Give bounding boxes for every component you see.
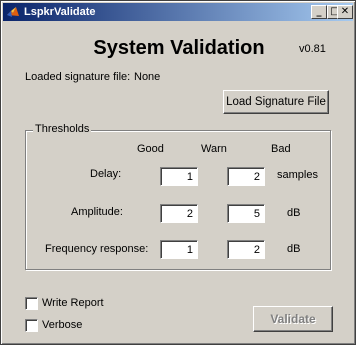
version-label: v0.81	[299, 43, 326, 55]
delay-label: Delay:	[90, 168, 122, 180]
amplitude-label: Amplitude:	[71, 206, 123, 218]
amplitude-bad-field[interactable]	[227, 204, 265, 223]
window-title: LspkrValidate	[24, 6, 96, 18]
column-header-bad: Bad	[271, 143, 291, 155]
title-bar[interactable]: LspkrValidate _ □ ✕	[3, 3, 353, 21]
frequency-response-warn-field[interactable]	[160, 240, 198, 259]
delay-unit: samples	[277, 169, 318, 181]
verbose-label[interactable]: Verbose	[42, 319, 82, 331]
write-report-checkbox[interactable]	[25, 297, 38, 310]
amplitude-unit: dB	[287, 207, 301, 219]
validate-button[interactable]: Validate	[253, 306, 333, 332]
column-header-warn: Warn	[201, 143, 227, 155]
frequency-response-bad-field[interactable]	[227, 240, 265, 259]
thresholds-group-label: Thresholds	[33, 123, 92, 135]
delay-warn-field[interactable]	[160, 167, 198, 186]
signature-file-value: None	[134, 71, 161, 83]
minimize-button[interactable]: _	[311, 5, 327, 19]
matlab-icon	[7, 7, 19, 17]
close-button[interactable]: ✕	[337, 5, 353, 19]
write-report-label[interactable]: Write Report	[42, 297, 104, 309]
amplitude-warn-field[interactable]	[160, 204, 198, 223]
app-window: LspkrValidate _ □ ✕ System Validation v0…	[0, 0, 356, 345]
verbose-checkbox[interactable]	[25, 319, 38, 332]
frequency-response-unit: dB	[287, 243, 301, 255]
column-header-good: Good	[137, 143, 164, 155]
load-signature-button[interactable]: Load Signature File	[223, 90, 329, 114]
signature-file-label: Loaded signature file:	[25, 71, 131, 83]
delay-bad-field[interactable]	[227, 167, 265, 186]
frequency-response-label: Frequency response:	[45, 243, 149, 255]
